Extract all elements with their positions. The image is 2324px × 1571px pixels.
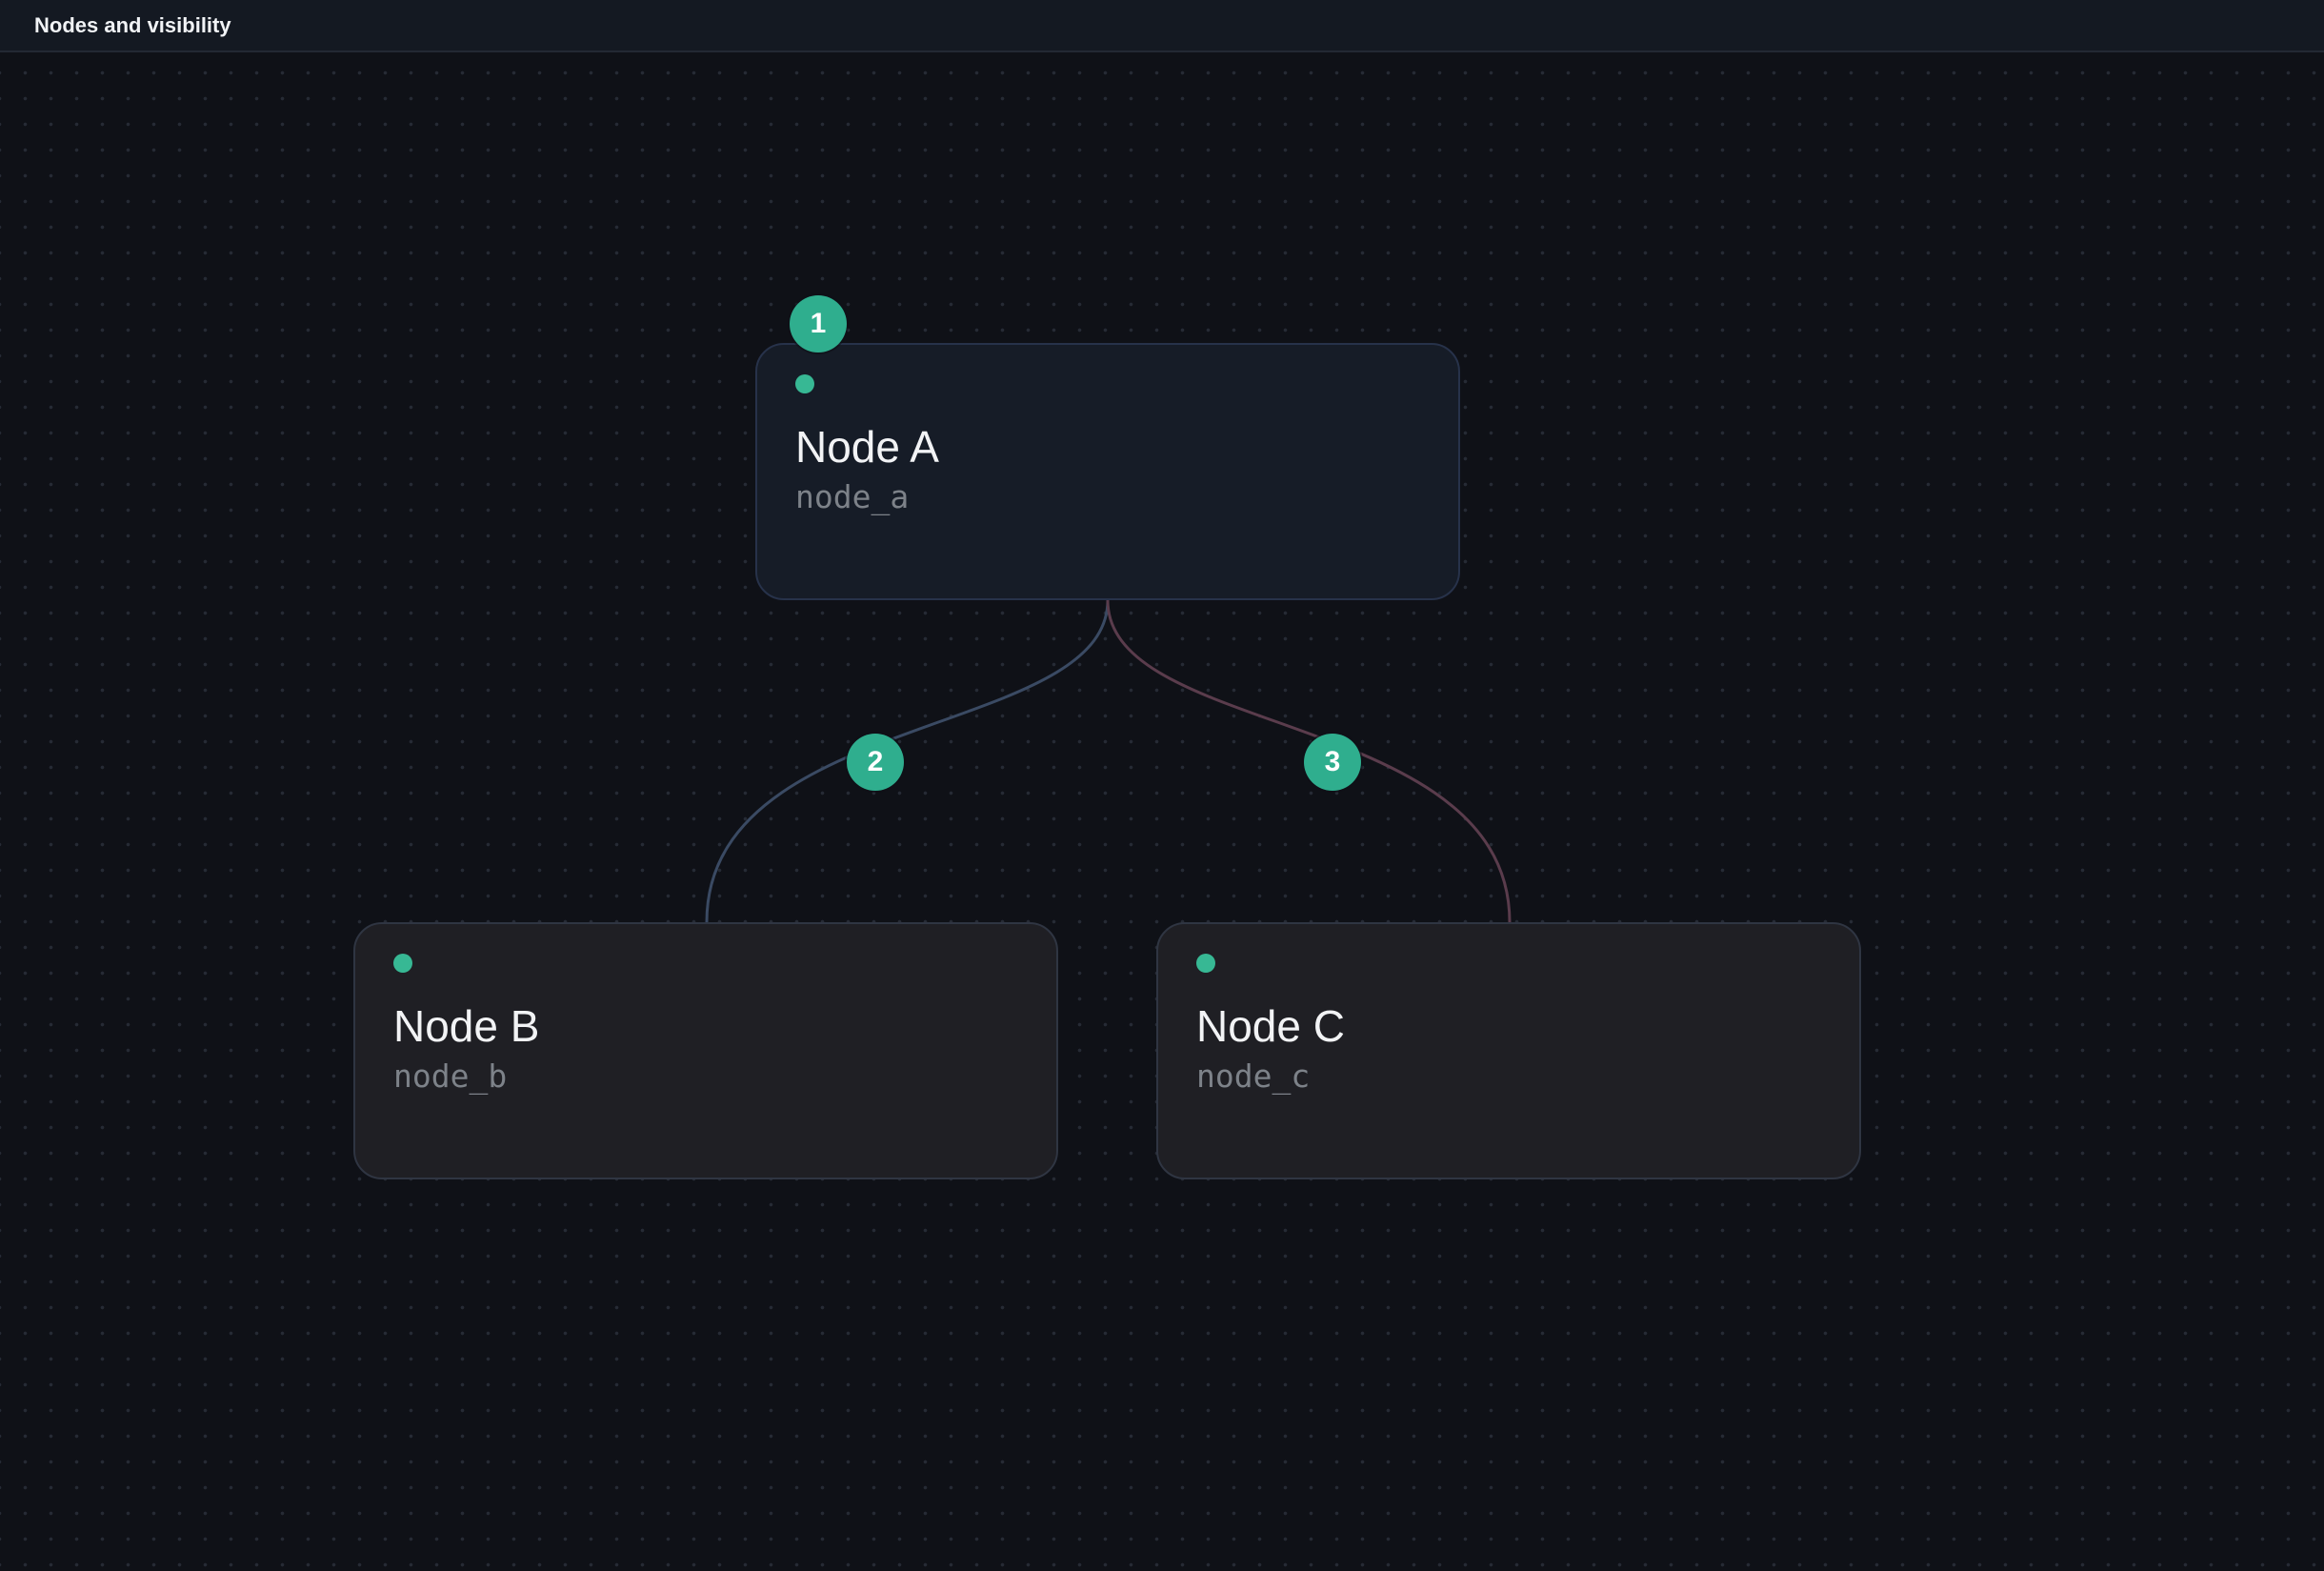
node-label: Node A (795, 422, 939, 472)
status-dot-icon (393, 954, 412, 973)
diagram-canvas[interactable]: Node A node_a Node B node_b Node C node_… (0, 52, 2324, 1571)
badge-node-a[interactable]: 1 (790, 295, 847, 352)
node-a[interactable]: Node A node_a (755, 343, 1460, 600)
badge-edge-node-b[interactable]: 2 (847, 734, 904, 791)
node-id: node_b (393, 1057, 508, 1095)
status-dot-icon (1196, 954, 1215, 973)
page-title: Nodes and visibility (34, 13, 231, 37)
header-bar: Nodes and visibility (0, 0, 2324, 52)
node-label: Node C (1196, 1001, 1345, 1051)
edges-layer (705, 599, 1512, 923)
node-c[interactable]: Node C node_c (1156, 922, 1861, 1179)
node-b[interactable]: Node B node_b (353, 922, 1058, 1179)
node-label: Node B (393, 1001, 540, 1051)
node-id: node_a (795, 478, 910, 515)
node-id: node_c (1196, 1057, 1311, 1095)
status-dot-icon (795, 374, 814, 393)
badge-edge-node-c[interactable]: 3 (1304, 734, 1361, 791)
edge-node-a-to-node-b[interactable] (705, 599, 1110, 923)
app-window: Nodes and visibility Node A node_a Node … (0, 0, 2324, 1571)
